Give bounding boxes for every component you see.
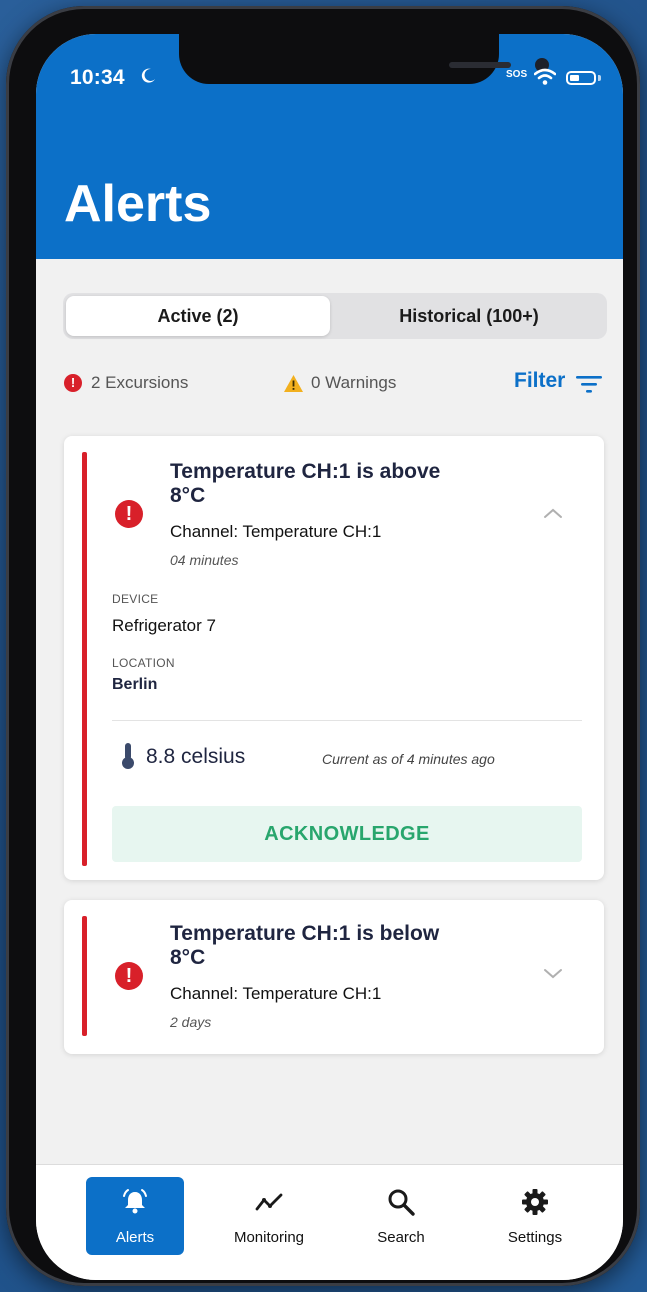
alert-time: 2 days <box>170 1014 212 1030</box>
location-label: LOCATION <box>112 656 175 670</box>
excursion-icon: ! <box>115 500 143 528</box>
tab-search[interactable]: Search <box>352 1177 450 1255</box>
chevron-down-icon[interactable] <box>542 966 564 980</box>
device-notch <box>179 34 549 84</box>
alert-title: Temperature CH:1 is below 8°C <box>170 922 440 969</box>
excursion-icon: ! <box>115 962 143 990</box>
tab-historical[interactable]: Historical (100+) <box>333 296 605 336</box>
tab-label: Settings <box>507 1229 563 1246</box>
trend-line-icon <box>255 1193 283 1211</box>
tab-label: Search <box>377 1229 425 1246</box>
app-header: 10:34 SOS Alerts <box>36 34 623 259</box>
battery-tip <box>598 75 601 81</box>
alert-card[interactable]: ! Temperature CH:1 is below 8°C Channel:… <box>64 900 604 1054</box>
reading-timestamp: Current as of 4 minutes ago <box>322 751 495 767</box>
severity-bar <box>82 916 87 1036</box>
thermometer-icon <box>122 743 134 769</box>
device-label: DEVICE <box>112 592 159 606</box>
tab-settings[interactable]: Settings <box>486 1177 584 1255</box>
chevron-up-icon[interactable] <box>542 506 564 520</box>
tab-active[interactable]: Active (2) <box>66 296 330 336</box>
app-screen: 10:34 SOS Alerts Active (2) Historical (… <box>36 34 623 1280</box>
bell-icon <box>123 1189 147 1214</box>
search-icon <box>388 1189 415 1216</box>
device-value: Refrigerator 7 <box>112 616 216 635</box>
alert-channel: Channel: Temperature CH:1 <box>170 522 382 541</box>
alert-time: 04 minutes <box>170 552 239 568</box>
wifi-icon <box>534 68 556 85</box>
acknowledge-button[interactable]: ACKNOWLEDGE <box>112 806 582 862</box>
tab-label: Monitoring <box>233 1229 305 1246</box>
alert-title: Temperature CH:1 is above 8°C <box>170 460 441 507</box>
tab-alerts[interactable]: Alerts <box>86 1177 184 1255</box>
warning-icon <box>284 375 303 392</box>
filter-button[interactable]: Filter <box>514 369 565 393</box>
sos-indicator: SOS <box>506 69 528 80</box>
gear-icon <box>522 1189 548 1215</box>
battery-icon <box>566 71 596 85</box>
tab-monitoring[interactable]: Monitoring <box>220 1177 318 1255</box>
speaker-grille <box>449 62 511 68</box>
alert-channel: Channel: Temperature CH:1 <box>170 984 382 1003</box>
page-title: Alerts <box>64 175 212 233</box>
bottom-tab-bar: Alerts Monitoring Search Settings <box>36 1164 623 1280</box>
location-value: Berlin <box>112 676 158 693</box>
divider <box>112 720 582 721</box>
filter-icon[interactable] <box>576 374 602 394</box>
warnings-count: 0 Warnings <box>311 373 397 392</box>
alert-scope-toggle: Active (2) Historical (100+) <box>63 293 607 339</box>
alert-card[interactable]: ! Temperature CH:1 is above 8°C Channel:… <box>64 436 604 880</box>
current-reading: 8.8 celsius <box>146 745 246 768</box>
excursions-count: 2 Excursions <box>91 373 189 392</box>
status-time: 10:34 <box>70 66 125 89</box>
moon-icon <box>141 68 155 83</box>
phone-frame: 10:34 SOS Alerts Active (2) Historical (… <box>6 6 640 1286</box>
severity-bar <box>82 452 87 866</box>
tab-label: Alerts <box>115 1229 155 1246</box>
excursion-icon: ! <box>64 374 82 392</box>
